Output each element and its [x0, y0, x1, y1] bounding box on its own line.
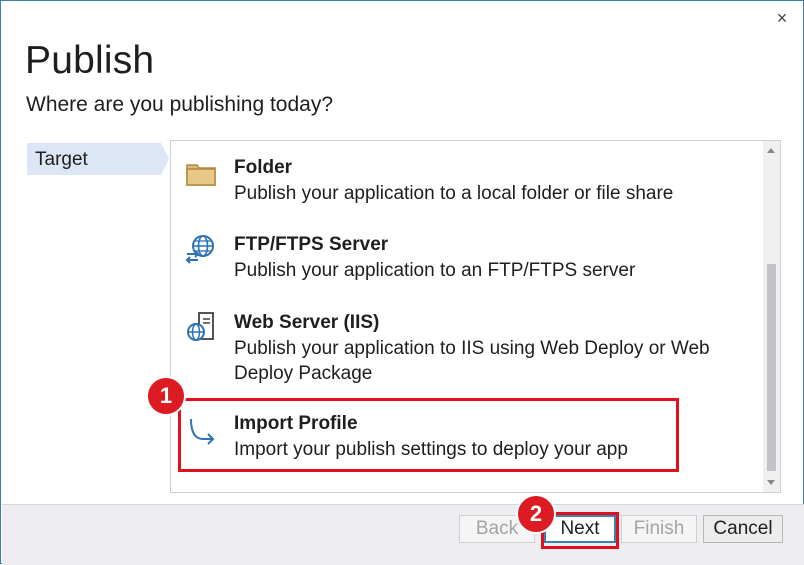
folder-icon — [185, 157, 217, 189]
target-title: Folder — [234, 157, 293, 178]
nav-item-target[interactable]: Target — [27, 143, 161, 175]
target-item-iis[interactable]: Web Server (IIS) Publish your applicatio… — [171, 307, 761, 387]
target-description: Publish your application to an FTP/FTPS … — [234, 260, 636, 281]
target-description: Publish your application to a local fold… — [234, 183, 674, 204]
dialog-subtitle: Where are you publishing today? — [26, 93, 334, 116]
nav-item-label: Target — [35, 149, 88, 170]
import-profile-highlight — [178, 398, 679, 472]
ftp-globe-icon — [185, 233, 217, 265]
publish-dialog: × Publish Where are you publishing today… — [0, 0, 804, 565]
web-server-icon — [185, 311, 217, 343]
list-scrollbar[interactable] — [763, 141, 780, 492]
target-description: Publish your application to IIS using We… — [234, 338, 710, 384]
finish-button[interactable]: Finish — [621, 515, 697, 543]
dialog-title: Publish — [25, 39, 155, 82]
step-badge-2: 2 — [516, 494, 556, 534]
target-title: Web Server (IIS) — [234, 312, 380, 333]
close-button[interactable]: × — [773, 9, 791, 27]
target-item-folder[interactable]: Folder Publish your application to a loc… — [171, 151, 761, 223]
cancel-button[interactable]: Cancel — [703, 515, 783, 543]
scroll-up-arrow-icon[interactable] — [767, 148, 775, 153]
target-item-ftp[interactable]: FTP/FTPS Server Publish your application… — [171, 229, 761, 301]
target-title: FTP/FTPS Server — [234, 234, 389, 255]
step-badge-1: 1 — [146, 376, 186, 416]
nav-selected-arrow — [161, 143, 169, 175]
scroll-thumb[interactable] — [767, 264, 776, 471]
scroll-down-arrow-icon[interactable] — [767, 480, 775, 485]
